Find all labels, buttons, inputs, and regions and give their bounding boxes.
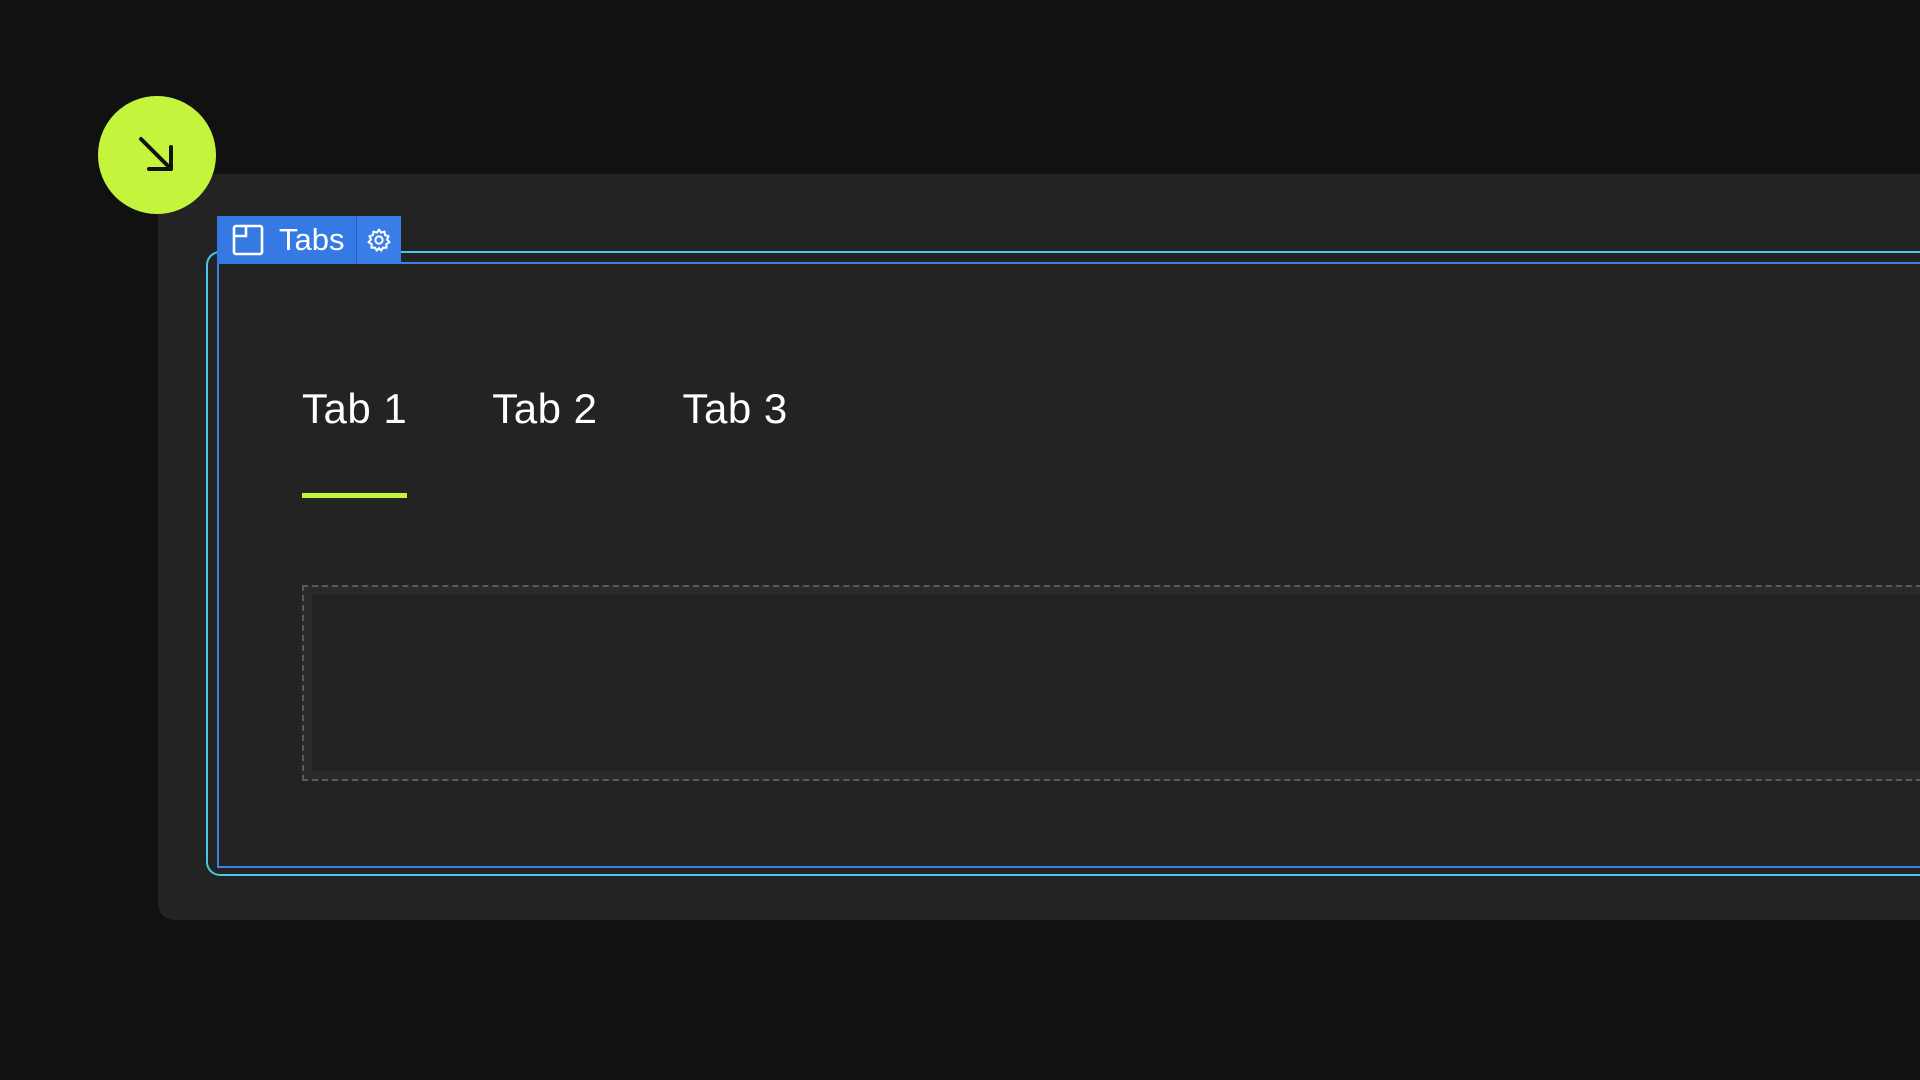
tab-2[interactable]: Tab 2 (492, 385, 597, 433)
arrow-down-right-icon (139, 137, 173, 171)
widget-settings-button[interactable] (357, 216, 402, 264)
tab-3[interactable]: Tab 3 (683, 385, 788, 433)
widget-editor-toolbar: Tabs (217, 216, 402, 264)
widget-type-label: Tabs (279, 222, 345, 257)
tabs-widget-icon (232, 224, 264, 256)
widget-handle[interactable]: Tabs (217, 216, 356, 264)
tabs-nav: Tab 1 Tab 2 Tab 3 (302, 385, 788, 498)
tab-content-dropzone[interactable] (302, 585, 1920, 781)
tab-content-area (312, 595, 1920, 771)
gear-icon (367, 228, 391, 252)
tab-1[interactable]: Tab 1 (302, 385, 408, 498)
scroll-down-badge[interactable] (98, 96, 216, 214)
editor-canvas: Tabs Tab 1 Tab 2 Tab 3 (0, 0, 1920, 1080)
